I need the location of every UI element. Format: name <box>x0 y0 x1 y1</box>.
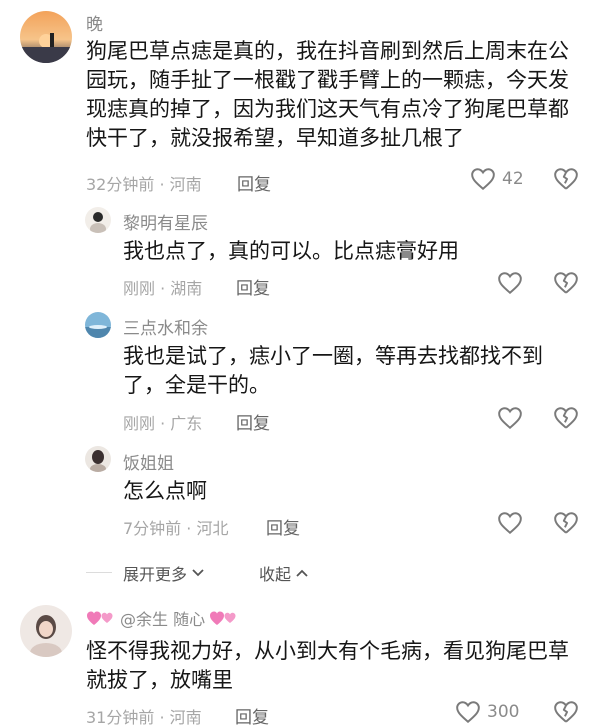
comment-username[interactable]: 三点水和余 <box>123 314 208 339</box>
reply-button[interactable]: 回复 <box>236 274 270 299</box>
comment-line: 我也点了，真的可以。比点痣膏好用 <box>123 239 459 263</box>
pink-hearts-icon <box>210 611 236 625</box>
collapse-button[interactable]: 收起 <box>259 561 309 585</box>
reply-button[interactable]: 回复 <box>235 703 269 728</box>
avatar[interactable] <box>85 312 111 338</box>
like-button[interactable] <box>497 271 523 295</box>
like-button[interactable] <box>497 511 523 535</box>
dislike-button[interactable] <box>553 700 579 728</box>
reply-button[interactable]: 回复 <box>237 170 271 195</box>
broken-heart-icon <box>554 272 578 294</box>
comment-line: 园玩，随手扯了一根戳了戳手臂上的一颗痣，今天发 <box>86 68 569 92</box>
chevron-up-icon <box>296 569 308 577</box>
comment-meta: 31分钟前 · 河南 <box>86 708 202 727</box>
expand-more-button[interactable]: 展开更多 <box>123 561 205 585</box>
comment-line: 了，全是干的。 <box>123 373 270 397</box>
comment-username: @余生 随心 <box>120 610 206 629</box>
expand-more-label: 展开更多 <box>123 565 188 584</box>
dislike-button[interactable] <box>553 406 579 434</box>
comment-username[interactable]: 晚 <box>86 10 103 35</box>
comment-username[interactable]: 饭姐姐 <box>123 449 174 474</box>
comment-meta: 32分钟前 · 河南 <box>86 175 202 194</box>
comment-text: 怪不得我视力好，从小到大有个毛病，看见狗尾巴草 就拔了，放嘴里 <box>86 637 586 695</box>
comment-line: 怎么点啊 <box>123 479 207 503</box>
username-row[interactable]: @余生 随心 <box>86 606 239 630</box>
broken-heart-icon <box>554 512 578 534</box>
dislike-button[interactable] <box>553 511 579 539</box>
comment-line: 现痣真的掉了，因为我们这天气有点冷了狗尾巴草都 <box>86 97 569 121</box>
comment-line: 狗尾巴草点痣是真的，我在抖音刷到然后上周末在公 <box>86 39 569 63</box>
comment-meta: 7分钟前 · 河北 <box>123 519 229 538</box>
broken-heart-icon <box>554 168 578 190</box>
heart-icon <box>456 701 480 724</box>
like-count: 42 <box>502 169 524 189</box>
comment-line: 就拔了，放嘴里 <box>86 668 233 692</box>
heart-icon <box>498 272 522 295</box>
like-button[interactable]: 300 <box>455 700 519 724</box>
heart-icon <box>471 168 495 191</box>
chevron-down-icon <box>192 569 204 577</box>
comment-text: 我也点了，真的可以。比点痣膏好用 <box>123 237 563 266</box>
avatar[interactable] <box>20 11 72 63</box>
like-button[interactable]: 42 <box>470 167 524 191</box>
dislike-button[interactable] <box>553 167 579 195</box>
avatar[interactable] <box>85 207 111 233</box>
comment-line: 快干了，就没报希望，早知道多扯几根了 <box>86 126 464 150</box>
like-button[interactable] <box>497 406 523 430</box>
comment-line: 我也是试了，痣小了一圈，等再去找都找不到 <box>123 344 543 368</box>
comment-text: 怎么点啊 <box>123 477 563 506</box>
dislike-button[interactable] <box>553 271 579 299</box>
comment-username[interactable]: 黎明有星辰 <box>123 209 208 234</box>
comment-line: 怪不得我视力好，从小到大有个毛病，看见狗尾巴草 <box>86 639 569 663</box>
heart-icon <box>498 512 522 535</box>
like-count: 300 <box>487 702 520 722</box>
collapse-label: 收起 <box>259 565 292 584</box>
heart-icon <box>498 407 522 430</box>
broken-heart-icon <box>554 407 578 429</box>
divider <box>86 572 112 573</box>
comment-meta: 刚刚 · 湖南 <box>123 279 203 298</box>
reply-button[interactable]: 回复 <box>266 514 300 539</box>
reply-button[interactable]: 回复 <box>236 409 270 434</box>
comment-text: 狗尾巴草点痣是真的，我在抖音刷到然后上周末在公 园玩，随手扯了一根戳了戳手臂上的… <box>86 37 586 153</box>
comment-meta: 刚刚 · 广东 <box>123 414 203 433</box>
avatar[interactable] <box>20 605 72 657</box>
broken-heart-icon <box>554 701 578 723</box>
comment-text: 我也是试了，痣小了一圈，等再去找都找不到 了，全是干的。 <box>123 342 583 400</box>
avatar[interactable] <box>85 446 111 472</box>
pink-hearts-icon <box>87 611 113 625</box>
